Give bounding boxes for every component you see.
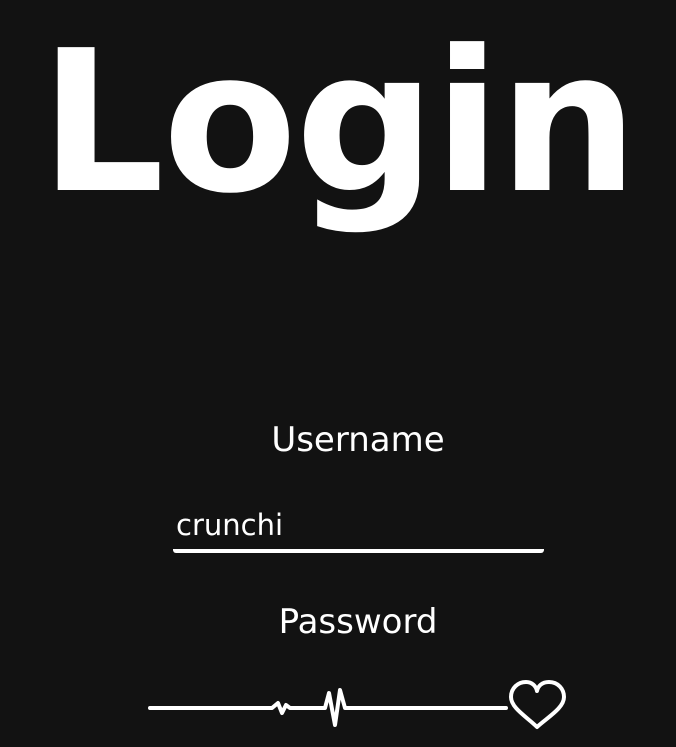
heartbeat-line-icon [148, 680, 566, 729]
password-field[interactable] [148, 678, 568, 736]
heart-icon [509, 680, 566, 729]
page-title: Login [39, 9, 639, 237]
password-label: Password [278, 602, 438, 642]
username-input[interactable] [173, 505, 544, 553]
username-label: Username [271, 420, 445, 460]
